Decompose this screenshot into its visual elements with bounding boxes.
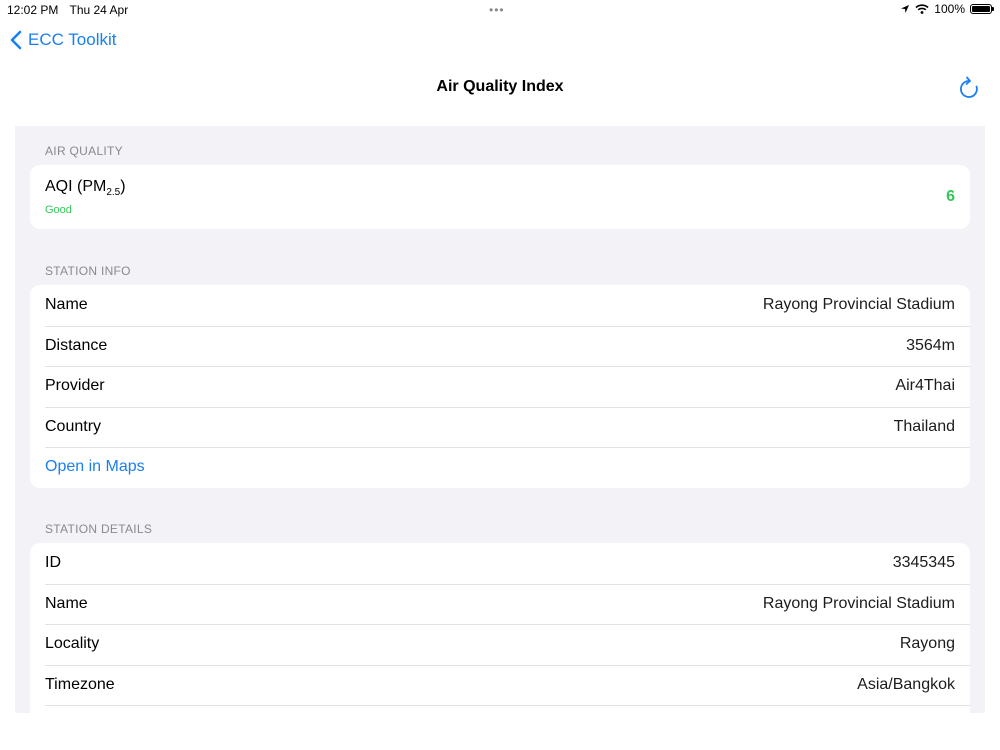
battery-icon	[970, 4, 994, 14]
battery-percent: 100%	[934, 2, 965, 16]
aqi-subscript: 2.5	[106, 187, 121, 199]
open-in-maps-link[interactable]: Open in Maps	[45, 458, 145, 476]
row-label: ID	[45, 554, 61, 572]
station-details-row: Locality Rayong	[30, 624, 970, 665]
back-button-label: ECC Toolkit	[28, 30, 117, 49]
section-header-station-details: STATION DETAILS	[45, 522, 153, 536]
status-time: 12:02 PM	[7, 3, 59, 17]
wifi-icon	[915, 4, 929, 14]
section-header-air-quality: AIR QUALITY	[45, 144, 123, 158]
location-icon	[901, 5, 910, 13]
station-info-card: Name Rayong Provincial Stadium Distance …	[30, 285, 970, 488]
row-label: Country	[45, 417, 102, 435]
multitasking-dots[interactable]: •••	[489, 3, 505, 17]
station-info-row: Country Thailand	[30, 406, 970, 448]
open-in-maps-row[interactable]: Open in Maps	[30, 447, 970, 488]
page-title: Air Quality Index	[436, 78, 564, 95]
station-details-row: Name Rayong Provincial Stadium	[30, 583, 970, 625]
refresh-icon	[960, 76, 978, 98]
status-bar: 12:02 PM Thu 24 Apr ••• 100%	[0, 0, 1000, 20]
aqi-status: Good	[45, 203, 72, 216]
station-details-row-partial	[30, 705, 970, 713]
row-label: Timezone	[45, 675, 115, 693]
content-area[interactable]: AIR QUALITY AQI (PM2.5) Good 6 STATION I…	[15, 126, 985, 713]
station-info-row: Provider Air4Thai	[30, 366, 970, 407]
status-time-date: 12:02 PM Thu 24 Apr	[7, 3, 136, 17]
status-date: Thu 24 Apr	[69, 3, 129, 17]
station-info-row: Distance 3564m	[30, 325, 970, 367]
aqi-row: AQI (PM2.5) Good 6	[30, 165, 970, 229]
station-info-row: Name Rayong Provincial Stadium	[30, 285, 970, 326]
station-details-row: ID 3345345	[30, 543, 970, 584]
air-quality-card: AQI (PM2.5) Good 6	[30, 165, 970, 229]
refresh-button[interactable]	[958, 76, 980, 105]
row-label: Distance	[45, 336, 108, 354]
row-value: Asia/Bangkok	[857, 675, 955, 693]
row-value: Rayong Provincial Stadium	[762, 296, 955, 314]
row-value: Air4Thai	[895, 377, 955, 395]
row-value: Rayong Provincial Stadium	[762, 594, 955, 612]
aqi-label-group: AQI (PM2.5) Good	[45, 178, 126, 215]
row-value: 3564m	[906, 336, 955, 354]
row-value: Thailand	[893, 417, 955, 435]
station-details-card: ID 3345345 Name Rayong Provincial Stadiu…	[30, 543, 970, 713]
row-label: Provider	[45, 377, 105, 395]
row-value: Rayong	[899, 635, 955, 653]
station-details-row: Timezone Asia/Bangkok	[30, 664, 970, 706]
row-label: Name	[45, 296, 88, 314]
row-label: Locality	[45, 635, 100, 653]
section-header-station-info: STATION INFO	[45, 264, 131, 278]
back-button[interactable]: ECC Toolkit	[10, 30, 117, 50]
aqi-value: 6	[946, 188, 955, 205]
status-indicators: 100%	[900, 2, 994, 16]
row-value: 3345345	[892, 554, 955, 572]
chevron-left-icon	[10, 30, 22, 50]
row-label: Name	[45, 594, 88, 612]
aqi-title: AQI (PM2.5)	[45, 178, 126, 199]
